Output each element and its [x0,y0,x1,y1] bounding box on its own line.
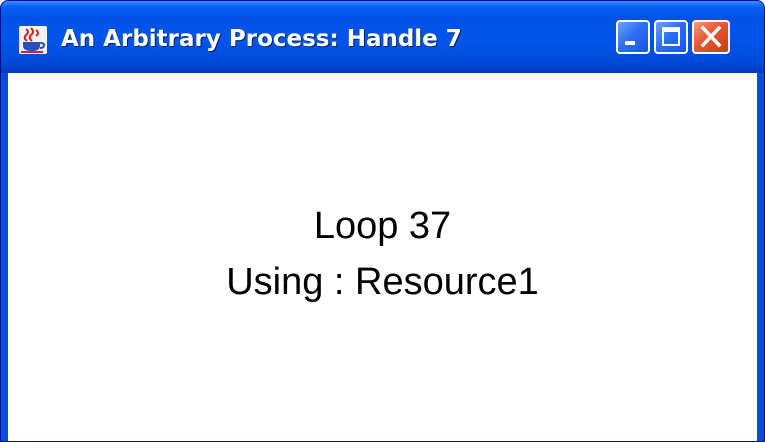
loop-counter-label: Loop 37 [313,205,452,247]
maximize-icon [662,27,680,46]
close-icon [700,25,722,48]
close-button[interactable] [692,20,730,54]
window-title: An Arbitrary Process: Handle 7 [61,26,462,52]
minimize-button[interactable] [616,20,650,54]
app-window: An Arbitrary Process: Handle 7 Loop 37 U… [0,0,765,442]
maximize-button[interactable] [654,20,688,54]
title-bar[interactable]: An Arbitrary Process: Handle 7 [1,1,764,73]
resource-status-label: Using : Resource1 [226,261,539,303]
java-coffee-cup-icon[interactable] [18,25,48,55]
minimize-icon [625,41,635,45]
client-area: Loop 37 Using : Resource1 [8,73,757,441]
